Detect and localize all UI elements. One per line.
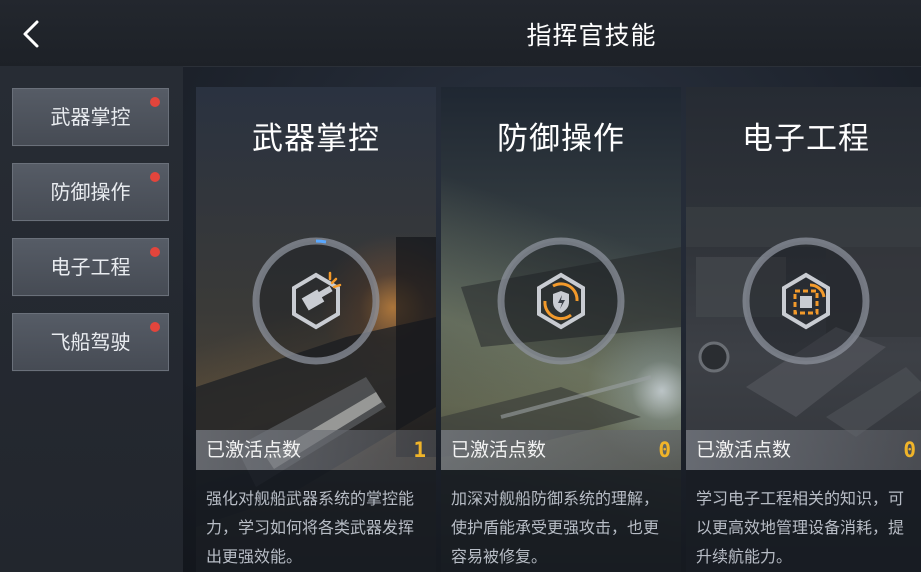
- shield-icon: [497, 237, 625, 365]
- sidebar-item-label: 防御操作: [50, 180, 131, 204]
- sidebar-item-label: 电子工程: [50, 255, 131, 279]
- card-description: 学习电子工程相关的知识，可以更高效地管理设备消耗，提升续航能力。: [686, 470, 921, 572]
- skill-card-defense-ops[interactable]: 防御操作 已激活点数 0 加深对舰船防御系统的理解，使护盾能承受更强攻击，也更容…: [441, 87, 681, 572]
- sidebar-item-electronic-engineering[interactable]: 电子工程: [12, 238, 169, 296]
- notification-dot: [150, 322, 160, 332]
- active-points-label: 已激活点数: [451, 439, 547, 461]
- notification-dot: [150, 247, 160, 257]
- sidebar-item-weapon-mastery[interactable]: 武器掌控: [12, 88, 169, 146]
- active-points-value: 0: [903, 438, 916, 462]
- sidebar-item-label: 武器掌控: [50, 105, 131, 129]
- card-description: 加深对舰船防御系统的理解，使护盾能承受更强攻击，也更容易被修复。: [441, 470, 681, 572]
- commander-skills-screen: 指挥官技能 武器掌控 防御操作 电子工程 飞船驾驶 武器掌控 已激活点数 1 强…: [0, 0, 921, 572]
- cannon-icon: [252, 237, 380, 365]
- active-points-bar: 已激活点数 0: [441, 430, 681, 470]
- skill-card-electronic-engineering[interactable]: 电子工程 已激活点数 0 学习电子工程相关的知识，可以更高效地管理设备消耗，提升…: [686, 87, 921, 572]
- card-title: 防御操作: [497, 121, 625, 157]
- card-title: 电子工程: [742, 121, 870, 157]
- skill-category-sidebar: 武器掌控 防御操作 电子工程 飞船驾驶: [0, 66, 183, 572]
- notification-dot: [150, 172, 160, 182]
- page-title: 指挥官技能: [526, 21, 657, 50]
- skill-emblem: [740, 235, 872, 367]
- skill-card-weapon-mastery[interactable]: 武器掌控 已激活点数 1 强化对舰船武器系统的掌控能力，学习如何将各类武器发挥出…: [196, 87, 436, 572]
- top-bar: 指挥官技能: [0, 0, 921, 67]
- active-points-label: 已激活点数: [206, 439, 302, 461]
- notification-dot: [150, 97, 160, 107]
- active-points-value: 0: [658, 438, 671, 462]
- sidebar-item-ship-piloting[interactable]: 飞船驾驶: [12, 313, 169, 371]
- sidebar-item-defense-ops[interactable]: 防御操作: [12, 163, 169, 221]
- skill-emblem: [250, 235, 382, 367]
- skill-emblem: [495, 235, 627, 367]
- active-points-label: 已激活点数: [696, 439, 792, 461]
- card-description: 强化对舰船武器系统的掌控能力，学习如何将各类武器发挥出更强效能。: [196, 470, 436, 572]
- chip-icon: [742, 237, 870, 365]
- active-points-bar: 已激活点数 1: [196, 430, 436, 470]
- card-title: 武器掌控: [252, 121, 380, 157]
- active-points-bar: 已激活点数 0: [686, 430, 921, 470]
- active-points-value: 1: [413, 438, 426, 462]
- sidebar-item-label: 飞船驾驶: [50, 330, 131, 354]
